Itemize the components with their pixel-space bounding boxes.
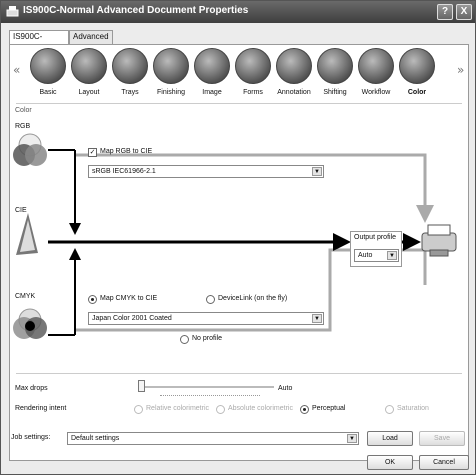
absolute-colorimetric-radio[interactable] [216,405,225,414]
devicelink-radio[interactable] [206,295,215,304]
tab-is900c-normal[interactable]: IS900C-Normal [9,30,69,53]
saturation-label: Saturation [397,405,429,412]
cie-gamut-icon [16,213,38,255]
load-button[interactable]: Load [367,431,413,446]
no-profile-radio[interactable] [180,335,189,344]
chevron-down-icon: ▼ [387,251,397,260]
output-profile-box: Output profile Auto ▼ [350,231,402,267]
chevron-down-icon: ▼ [347,434,357,443]
help-button[interactable]: ? [437,4,453,20]
cmyk-label: CMYK [15,293,36,300]
output-profile-value: Auto [358,252,373,259]
save-button[interactable]: Save [419,431,465,446]
properties-dialog: IS900C-Normal Advanced Document Properti… [0,0,476,475]
cmyk-profile-value: Japan Color 2001 Coated [92,315,172,322]
rendering-intent-label: Rendering intent [15,405,67,412]
tab-advanced[interactable]: Advanced [69,30,113,44]
job-settings-label: Job settings: [11,434,51,441]
saturation-radio[interactable] [385,405,394,414]
output-profile-select[interactable]: Auto ▼ [354,249,399,262]
map-rgb-checkbox[interactable]: ✓ [88,148,97,157]
rgb-label: RGB [15,123,31,130]
no-profile-label: No profile [192,335,222,342]
max-drops-slider-track[interactable] [138,386,274,388]
perceptual-radio[interactable] [300,405,309,414]
map-rgb-label: Map RGB to CIE [100,148,153,155]
map-cmyk-label: Map CMYK to CIE [100,295,158,302]
ok-button[interactable]: OK [367,455,413,470]
cie-label: CIE [15,207,27,214]
perceptual-label: Perceptual [312,405,346,412]
devicelink-label: DeviceLink (on the fly) [218,295,288,302]
advanced-panel: « » Basic Layout Trays Finishing Image F… [9,44,469,461]
max-drops-label: Max drops [15,385,48,392]
close-button[interactable]: X [456,4,472,20]
printer-app-icon [6,6,19,17]
chevron-down-icon: ▼ [312,167,322,176]
relative-colorimetric-label: Relative colorimetric [146,405,210,412]
chevron-down-icon: ▼ [312,314,322,323]
output-profile-label: Output profile [354,234,397,241]
map-cmyk-radio[interactable] [88,295,97,304]
max-drops-slider-thumb[interactable] [138,380,145,392]
job-settings-value: Default settings [71,435,120,442]
relative-colorimetric-radio[interactable] [134,405,143,414]
rgb-profile-value: sRGB IEC61966-2.1 [92,168,156,175]
slider-ticks [160,395,260,397]
title-bar: IS900C-Normal Advanced Document Properti… [1,1,475,23]
job-settings-select[interactable]: Default settings ▼ [67,432,359,445]
cancel-button[interactable]: Cancel [419,455,469,470]
absolute-colorimetric-label: Absolute colorimetric [228,405,293,412]
printer-icon [421,224,457,257]
cmyk-icon [13,308,47,339]
output-gray-line [400,248,427,285]
section-divider [16,373,462,374]
rgb-profile-select[interactable]: sRGB IEC61966-2.1 ▼ [88,165,324,178]
rgb-icon [13,133,47,166]
cmyk-profile-select[interactable]: Japan Color 2001 Coated ▼ [88,312,324,325]
window-title: IS900C-Normal Advanced Document Properti… [23,5,249,16]
max-drops-value: Auto [278,385,293,392]
